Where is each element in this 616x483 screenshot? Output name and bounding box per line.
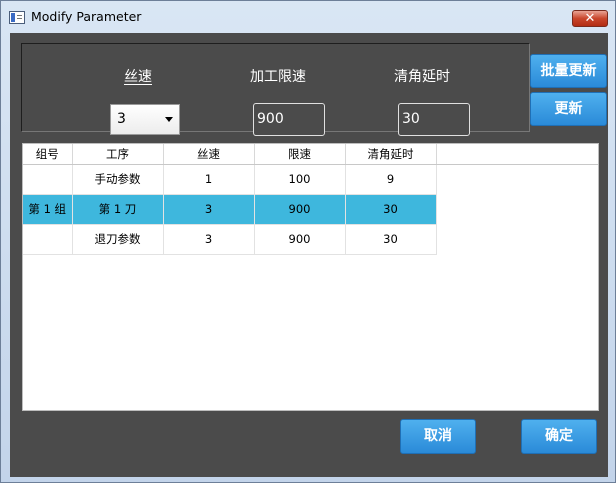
dropdown-arrow-icon — [165, 117, 173, 122]
column-header-process[interactable]: 工序 — [72, 144, 164, 165]
cell-group: 第 1 组 — [23, 194, 73, 225]
cell-process: 第 1 刀 — [72, 194, 164, 225]
title-bar[interactable]: Modify Parameter ✕ — [1, 1, 615, 33]
table-header-row: 组号 工序 丝速 限速 清角延时 — [23, 144, 598, 165]
corner-delay-input[interactable]: 30 — [398, 103, 470, 136]
cell-limit-speed: 900 — [254, 224, 346, 255]
cell-wire-speed: 3 — [163, 194, 255, 225]
column-header-group[interactable]: 组号 — [23, 144, 73, 165]
update-button[interactable]: 更新 — [530, 92, 607, 126]
cell-filler — [436, 224, 598, 254]
cell-filler — [436, 164, 598, 194]
close-button[interactable]: ✕ — [572, 10, 608, 27]
cell-wire-speed: 1 — [163, 164, 255, 195]
batch-update-button[interactable]: 批量更新 — [530, 54, 607, 88]
table-row-selected[interactable]: 第 1 组 第 1 刀 3 900 30 — [23, 194, 598, 225]
cancel-button[interactable]: 取消 — [400, 419, 476, 454]
cell-corner-delay: 9 — [345, 164, 437, 195]
cell-process: 退刀参数 — [72, 224, 164, 255]
window-title: Modify Parameter — [31, 9, 142, 24]
limit-speed-label: 加工限速 — [250, 69, 306, 85]
speed-label: 丝速 — [124, 69, 152, 85]
cell-wire-speed: 3 — [163, 224, 255, 255]
limit-speed-input[interactable]: 900 — [253, 103, 325, 136]
column-header-wire-speed[interactable]: 丝速 — [163, 144, 255, 165]
table-row[interactable]: 退刀参数 3 900 30 — [23, 224, 598, 255]
parameter-panel: 丝速 加工限速 清角延时 3 900 30 — [21, 43, 530, 136]
cell-process: 手动参数 — [72, 164, 164, 195]
cell-group — [23, 224, 73, 255]
column-header-filler — [436, 144, 598, 165]
column-header-corner-delay[interactable]: 清角延时 — [345, 144, 437, 165]
ok-button[interactable]: 确定 — [521, 419, 597, 454]
close-icon: ✕ — [584, 11, 596, 26]
modify-parameter-window: Modify Parameter ✕ 丝速 加工限速 清角延时 3 900 30… — [0, 0, 616, 483]
parameter-table[interactable]: 组号 工序 丝速 限速 清角延时 手动参数 1 100 9 第 1 组 第 1 … — [22, 143, 599, 411]
cell-corner-delay: 30 — [345, 194, 437, 225]
cell-group — [23, 164, 73, 195]
speed-select[interactable]: 3 — [110, 104, 180, 135]
dialog-body: 丝速 加工限速 清角延时 3 900 30 批量更新 更新 组号 工序 丝速 限… — [10, 33, 608, 477]
app-window-icon — [9, 11, 25, 24]
cell-limit-speed: 100 — [254, 164, 346, 195]
cell-corner-delay: 30 — [345, 224, 437, 255]
column-header-limit-speed[interactable]: 限速 — [254, 144, 346, 165]
cell-filler — [436, 194, 598, 224]
corner-delay-label: 清角延时 — [394, 69, 450, 85]
cell-limit-speed: 900 — [254, 194, 346, 225]
speed-select-value: 3 — [117, 111, 126, 127]
table-row[interactable]: 手动参数 1 100 9 — [23, 164, 598, 195]
